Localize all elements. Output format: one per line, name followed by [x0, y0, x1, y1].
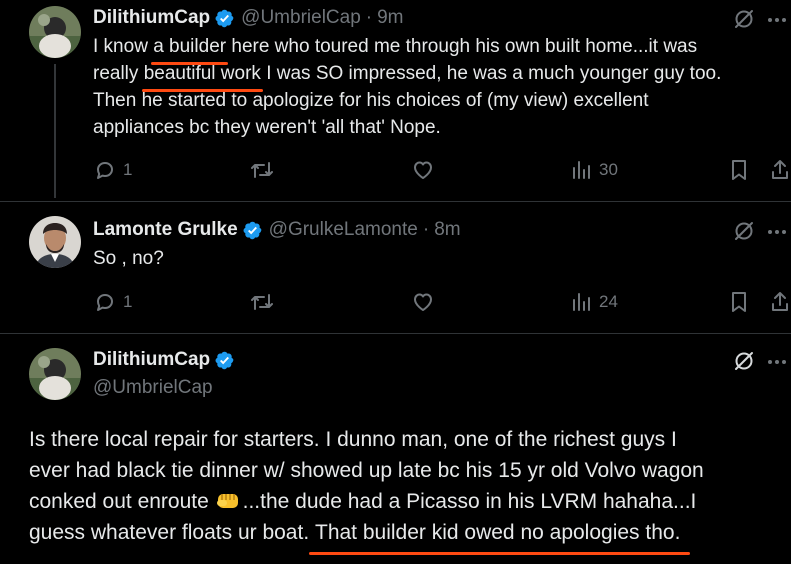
tweet-text: I know a builder here who toured me thro…	[93, 33, 721, 141]
share-button[interactable]	[769, 158, 791, 182]
tweet-3-focused[interactable]: DilithiumCap @UmbrielCap Is there local …	[0, 334, 791, 564]
action-bar: 1 30	[93, 158, 791, 186]
views-button[interactable]: 30	[571, 158, 618, 182]
like-button[interactable]	[411, 158, 435, 182]
conversation-thread: DilithiumCap @UmbrielCap · 9m I know a b…	[0, 0, 791, 564]
more-icon[interactable]	[767, 8, 787, 30]
verified-badge-icon	[214, 350, 235, 371]
view-count: 24	[599, 292, 618, 311]
like-icon	[414, 293, 432, 311]
grok-icon[interactable]	[733, 220, 755, 242]
avatar[interactable]	[29, 216, 81, 268]
action-bar: 1 24	[93, 290, 791, 318]
reply-icon	[97, 294, 113, 311]
grok-icon[interactable]	[733, 350, 755, 372]
thread-line	[54, 64, 56, 198]
separator-dot: ·	[422, 219, 430, 240]
like-button[interactable]	[411, 290, 435, 314]
views-icon	[573, 161, 590, 179]
bookmark-button[interactable]	[728, 158, 750, 182]
display-name[interactable]: DilithiumCap	[93, 6, 210, 30]
retweet-icon	[251, 294, 273, 310]
tweet-text: So , no?	[93, 248, 164, 269]
verified-badge-icon	[214, 8, 235, 29]
retweet-icon	[251, 162, 273, 178]
display-name[interactable]: Lamonte Grulke	[93, 218, 238, 242]
more-icon[interactable]	[767, 220, 787, 242]
grok-icon[interactable]	[733, 8, 755, 30]
timestamp[interactable]: 8m	[434, 218, 460, 242]
highlighted-phrase: That builder kid owed no apologies tho.	[308, 517, 691, 555]
bookmark-icon	[732, 160, 746, 180]
timestamp[interactable]: 9m	[377, 6, 403, 30]
reply-count: 1	[123, 292, 133, 311]
handle[interactable]: @GrulkeLamonte	[269, 218, 418, 242]
display-name[interactable]: DilithiumCap	[93, 348, 210, 372]
verified-badge-icon	[242, 220, 263, 241]
tweet-text: Is there local repair for starters. I du…	[29, 424, 704, 555]
tweet-1[interactable]: DilithiumCap @UmbrielCap · 9m I know a b…	[0, 0, 791, 198]
reply-button[interactable]: 1	[93, 158, 132, 182]
separator-dot: ·	[365, 7, 373, 28]
highlighted-phrase: beautiful work	[141, 60, 264, 92]
view-count: 30	[599, 160, 618, 179]
reply-count: 1	[123, 160, 133, 179]
bookmark-button[interactable]	[728, 290, 750, 314]
share-icon	[772, 160, 788, 179]
views-icon	[573, 293, 590, 311]
avatar[interactable]	[29, 348, 81, 400]
fist-emoji	[215, 488, 241, 512]
more-icon[interactable]	[767, 350, 787, 372]
tweet-2[interactable]: Lamonte Grulke @GrulkeLamonte · 8m So , …	[0, 202, 791, 332]
views-button[interactable]: 24	[571, 290, 618, 314]
reply-button[interactable]: 1	[93, 290, 132, 314]
retweet-button[interactable]	[249, 158, 275, 182]
share-icon	[772, 292, 788, 311]
avatar[interactable]	[29, 6, 81, 58]
retweet-button[interactable]	[249, 290, 275, 314]
like-icon	[414, 161, 432, 179]
handle[interactable]: @UmbrielCap	[241, 6, 361, 30]
highlighted-phrase: a builder	[151, 33, 228, 65]
share-button[interactable]	[769, 290, 791, 314]
reply-icon	[97, 162, 113, 179]
bookmark-icon	[732, 292, 746, 312]
handle[interactable]: @UmbrielCap	[93, 376, 213, 400]
